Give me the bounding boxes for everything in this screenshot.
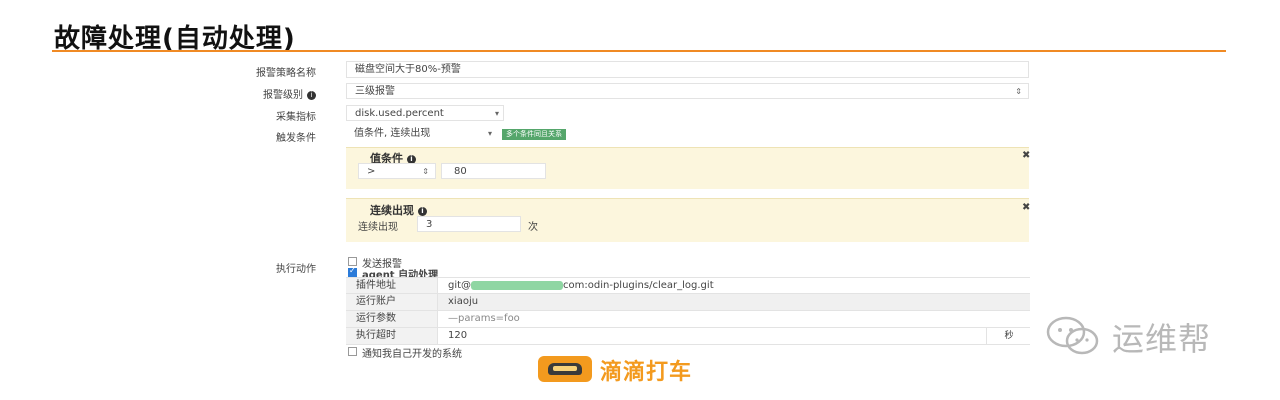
trigger-label: 触发条件 [276, 133, 316, 144]
trigger-value: 值条件, 连续出现 [354, 128, 431, 139]
run-user-input[interactable]: xiaoju [438, 294, 1030, 310]
plugin-address-label: 插件地址 [346, 278, 438, 293]
timeout-value: 120 [448, 330, 468, 341]
consecutive-title-text: 连续出现 [370, 204, 414, 217]
metric-label: 采集指标 [276, 112, 316, 123]
run-params-label: 运行参数 [346, 311, 438, 327]
redacted-host [471, 280, 564, 290]
plugin-address-row: 插件地址 git@ com:odin-plugins/clear_log.git [346, 277, 1030, 294]
chevron-down-icon: ▾ [487, 129, 492, 138]
alarm-level-label: 报警级别 i [196, 86, 316, 101]
run-user-value: xiaoju [448, 296, 479, 307]
metric-select[interactable]: disk.used.percent ▾ [346, 105, 504, 121]
consecutive-count-value: 3 [426, 219, 433, 230]
run-params-input[interactable]: —params=foo [438, 311, 1030, 327]
timeout-unit: 秒 [986, 328, 1031, 344]
close-icon[interactable]: ✖ [1022, 150, 1030, 161]
plugin-address-suffix: com:odin-plugins/clear_log.git [563, 280, 714, 291]
threshold-value: 80 [454, 166, 467, 177]
strategy-name-label: 报警策略名称 [256, 68, 316, 79]
didi-watermark: 滴滴打车 [600, 360, 693, 385]
run-params-row: 运行参数 —params=foo [346, 311, 1030, 328]
operator-select[interactable]: > ⇕ [358, 163, 436, 179]
actions-label: 执行动作 [276, 264, 316, 275]
didi-logo-icon [538, 356, 592, 382]
operator-value: > [367, 166, 376, 177]
select-arrows-icon: ⇕ [1015, 87, 1022, 96]
notify-own-label: 通知我自己开发的系统 [362, 349, 462, 360]
trigger-select[interactable]: 值条件, 连续出现 ▾ [346, 126, 496, 142]
plugin-address-input[interactable]: git@ com:odin-plugins/clear_log.git [438, 278, 1030, 293]
consecutive-unit: 次 [528, 222, 538, 233]
notify-own-checkbox[interactable] [348, 347, 357, 356]
alarm-level-label-text: 报警级别 [263, 90, 303, 101]
plugin-address-prefix: git@ [448, 280, 472, 291]
close-icon[interactable]: ✖ [1022, 202, 1030, 213]
title-divider [52, 50, 1226, 52]
timeout-row: 执行超时 120 秒 [346, 328, 1030, 345]
strategy-name-input[interactable]: 磁盘空间大于80%-预警 [346, 61, 1029, 78]
info-icon[interactable]: i [307, 90, 316, 100]
run-params-value: —params=foo [448, 313, 520, 324]
info-icon[interactable]: i [418, 206, 427, 216]
timeout-input[interactable]: 120 [438, 328, 986, 344]
alarm-level-value: 三级报警 [355, 86, 395, 97]
consecutive-label: 连续出现 [358, 222, 398, 233]
timeout-label: 执行超时 [346, 328, 438, 344]
condition-tag: 多个条件同且关系 [502, 129, 566, 140]
consecutive-count-input[interactable]: 3 [417, 216, 521, 232]
alarm-level-select[interactable]: 三级报警 ⇕ [346, 83, 1029, 99]
run-user-row: 运行账户 xiaoju [346, 294, 1030, 311]
agent-auto-checkbox[interactable] [348, 266, 357, 277]
select-arrows-icon: ⇕ [422, 167, 429, 176]
chevron-down-icon: ▾ [494, 109, 499, 118]
wechat-watermark: 运维帮 [1112, 320, 1212, 358]
strategy-name-value: 磁盘空间大于80%-预警 [355, 64, 461, 75]
metric-value: disk.used.percent [355, 108, 444, 119]
run-user-label: 运行账户 [346, 294, 438, 310]
threshold-input[interactable]: 80 [441, 163, 546, 179]
send-alarm-checkbox[interactable] [348, 257, 357, 266]
wechat-icon [1044, 314, 1104, 358]
